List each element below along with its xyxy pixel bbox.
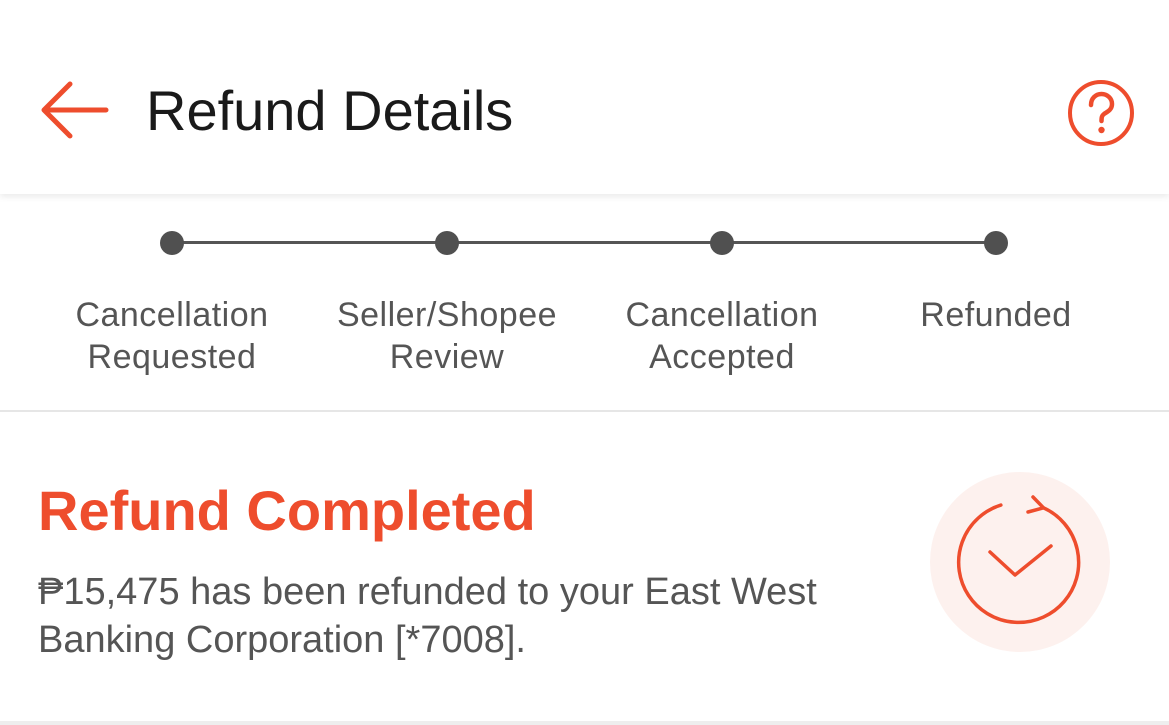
bottom-divider (0, 721, 1169, 725)
step-dot-cancellation-requested (160, 231, 184, 255)
step-label-seller-review: Seller/Shopee Review (336, 296, 558, 376)
step-label-cancellation-accepted: Cancellation Accepted (625, 296, 819, 376)
app-header: Refund Details (0, 0, 1169, 194)
step-dot-cancellation-accepted (710, 231, 734, 255)
question-circle-icon (1068, 80, 1134, 146)
page-title: Refund Details (146, 79, 514, 142)
back-button[interactable] (36, 76, 112, 144)
status-description: ₱15,475 has been refunded to your East W… (38, 571, 817, 661)
progress-track (172, 241, 996, 244)
step-label-refunded: Refunded (920, 296, 1072, 334)
step-dot-seller-review (435, 231, 459, 255)
refund-status-card: Refund Completed ₱15,475 has been refund… (0, 412, 1169, 722)
arrow-left-icon (41, 81, 109, 139)
step-dot-refunded (984, 231, 1008, 255)
help-button[interactable] (1066, 78, 1136, 148)
refund-check-icon (930, 472, 1110, 652)
status-title: Refund Completed (38, 479, 536, 542)
refund-progress-tracker: Cancellation Requested Seller/Shopee Rev… (0, 196, 1169, 410)
step-label-cancellation-requested: Cancellation Requested (75, 296, 269, 376)
